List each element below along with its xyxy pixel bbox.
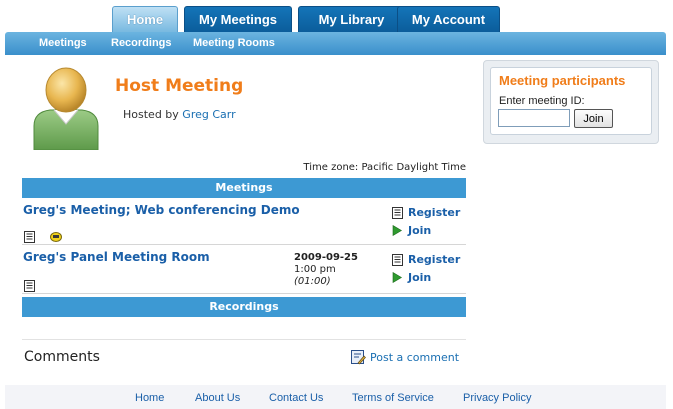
meeting-datetime: 2009-09-25 1:00 pm (01:00)	[294, 252, 358, 288]
meeting-participants-box: Meeting participants Enter meeting ID: J…	[490, 67, 652, 135]
meeting-title-link[interactable]: Greg's Meeting; Web conferencing Demo	[23, 203, 300, 217]
register-icon	[392, 207, 403, 219]
host-name-link[interactable]: Greg Carr	[182, 108, 235, 121]
comments-heading: Comments	[24, 349, 100, 365]
register-label: Register	[408, 206, 461, 219]
subnav-meetings-link[interactable]: Meetings	[39, 32, 87, 55]
sub-navigation-bar: Meetings Recordings Meeting Rooms	[5, 32, 666, 55]
join-label: Join	[408, 271, 432, 284]
tab-my-account[interactable]: My Account	[397, 6, 500, 32]
tab-my-meetings[interactable]: My Meetings	[184, 6, 292, 32]
meeting-row: Greg's Meeting; Web conferencing Demo Re…	[22, 199, 466, 245]
meeting-participants-panel: Meeting participants Enter meeting ID: J…	[483, 60, 659, 144]
subnav-meeting-rooms-link[interactable]: Meeting Rooms	[193, 32, 275, 55]
register-label: Register	[408, 253, 461, 266]
footer-terms-link[interactable]: Terms of Service	[352, 385, 434, 409]
hosted-by-label: Hosted by	[123, 108, 179, 121]
footer-contact-link[interactable]: Contact Us	[269, 385, 323, 409]
host-avatar-icon	[33, 67, 99, 150]
meeting-row: Greg's Panel Meeting Room 2009-09-25 1:0…	[22, 246, 466, 294]
comment-icon	[351, 350, 366, 365]
participants-title: Meeting participants	[499, 73, 626, 88]
play-icon	[392, 225, 402, 236]
join-label: Join	[408, 224, 432, 237]
meeting-id-input[interactable]	[498, 109, 570, 127]
footer: Home About Us Contact Us Terms of Servic…	[5, 385, 666, 409]
post-comment-label: Post a comment	[370, 351, 460, 364]
meetings-section-header: Meetings	[22, 178, 466, 198]
meeting-title-link[interactable]: Greg's Panel Meeting Room	[23, 250, 210, 264]
footer-about-link[interactable]: About Us	[195, 385, 240, 409]
register-icon	[392, 254, 403, 266]
meeting-duration: (01:00)	[294, 276, 331, 287]
join-meeting-button[interactable]: Join	[574, 109, 613, 128]
meeting-row-icons	[24, 226, 63, 245]
timezone-label: Time zone: Pacific Daylight Time	[303, 162, 466, 173]
recordings-section-header: Recordings	[22, 297, 466, 317]
footer-privacy-link[interactable]: Privacy Policy	[463, 385, 531, 409]
meeting-id-label: Enter meeting ID:	[499, 95, 585, 107]
page-title: Host Meeting	[115, 76, 244, 96]
hosted-by-line: Hosted by Greg Carr	[123, 108, 236, 121]
footer-home-link[interactable]: Home	[135, 385, 164, 409]
document-icon[interactable]	[24, 230, 35, 243]
subnav-recordings-link[interactable]: Recordings	[111, 32, 172, 55]
play-icon	[392, 272, 402, 283]
phone-icon[interactable]	[50, 231, 63, 242]
comments-divider	[22, 339, 466, 340]
meeting-time: 1:00 pm	[294, 264, 336, 275]
tab-my-library[interactable]: My Library	[298, 6, 405, 32]
meeting-row-icons	[24, 275, 35, 294]
document-icon[interactable]	[24, 279, 35, 292]
tab-home[interactable]: Home	[112, 6, 178, 32]
meeting-date: 2009-09-25	[294, 252, 358, 263]
